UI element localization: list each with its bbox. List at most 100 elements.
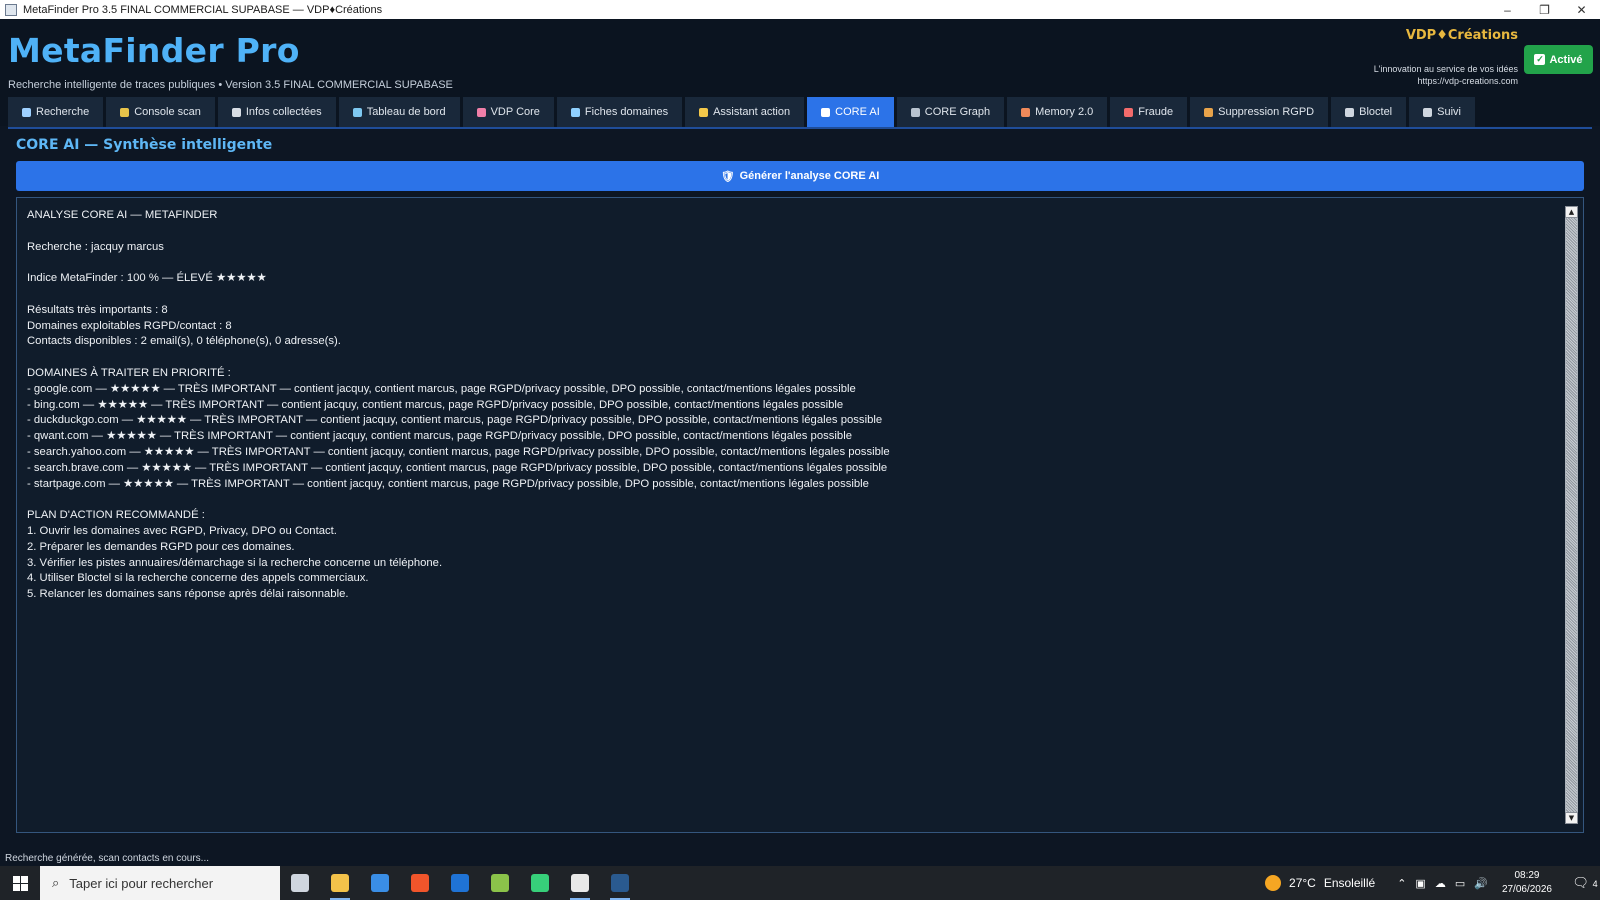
task-view-taskbar-button[interactable] — [280, 866, 320, 900]
tab-core-graph[interactable]: CORE Graph — [896, 97, 1005, 127]
metafinder-taskbar-button[interactable] — [600, 866, 640, 900]
tray-icons: ⌃ ▣ ☁ ▭ 🔊 — [1397, 877, 1488, 890]
tab-label: Suppression RGPD — [1218, 106, 1315, 118]
scroll-up-button[interactable]: ▲ — [1565, 206, 1578, 218]
notification-icon: 🗨 — [1572, 875, 1589, 890]
clipboard-icon — [1423, 107, 1433, 117]
weather-temperature: 27°C — [1289, 876, 1316, 890]
analysis-output-panel[interactable]: ANALYSE CORE AI — METAFINDER Recherche : … — [16, 197, 1584, 833]
taskbar-apps — [280, 866, 640, 900]
bulb-icon — [699, 107, 709, 117]
tab-core-ai[interactable]: CORE AI — [807, 97, 894, 127]
app-brand: MetaFinder Pro — [8, 31, 300, 70]
card-icon — [570, 107, 580, 117]
output-line: DOMAINES À TRAITER EN PRIORITÉ : — [27, 366, 231, 379]
generate-analysis-button[interactable]: 🛡 Générer l'analyse CORE AI — [16, 161, 1584, 191]
tab-assistant-action[interactable]: Assistant action — [685, 97, 805, 127]
network-icon[interactable]: ▭ — [1455, 877, 1465, 890]
bolt-taskbar-button[interactable] — [520, 866, 560, 900]
tab-label: Recherche — [36, 106, 90, 118]
tab-fiches-domaines[interactable]: Fiches domaines — [556, 97, 683, 127]
tab-memory-2-0[interactable]: Memory 2.0 — [1007, 97, 1108, 127]
close-button[interactable]: ✕ — [1563, 0, 1600, 19]
output-line: Résultats très importants : 8 — [27, 303, 168, 316]
notification-count: 4 — [1592, 879, 1598, 889]
generate-analysis-label: Générer l'analyse CORE AI — [739, 170, 880, 182]
tab-recherche[interactable]: Recherche — [8, 97, 104, 127]
window-titlebar: MetaFinder Pro 3.5 FINAL COMMERCIAL SUPA… — [0, 0, 1600, 19]
notification-center-button[interactable]: 🗨 4 — [1570, 875, 1600, 891]
app-green-taskbar-button[interactable] — [480, 866, 520, 900]
output-line: Indice MetaFinder : 100 % — ÉLEVÉ ★★★★★ — [27, 272, 267, 285]
chart-icon — [352, 107, 362, 117]
brave-taskbar-button[interactable] — [400, 866, 440, 900]
vertical-scrollbar[interactable]: ▲ ▼ — [1565, 206, 1578, 824]
memory-icon — [1021, 107, 1031, 117]
file-explorer-taskbar-button[interactable] — [320, 866, 360, 900]
meet-icon[interactable]: ▣ — [1415, 877, 1425, 890]
cloud-icon[interactable]: ☁ — [1435, 877, 1446, 890]
tab-label: Infos collectées — [245, 106, 322, 118]
output-line: 5. Relancer les domaines sans réponse ap… — [27, 588, 349, 601]
bolt-icon — [531, 874, 549, 892]
chevron-up-icon[interactable]: ⌃ — [1397, 877, 1406, 890]
tab-console-scan[interactable]: Console scan — [106, 97, 215, 127]
robot-icon: 🛡 — [720, 170, 735, 183]
activation-status-button[interactable]: ✓ Activé — [1524, 45, 1593, 74]
minimize-button[interactable]: – — [1489, 0, 1526, 19]
tab-label: Memory 2.0 — [1035, 106, 1094, 118]
output-line: 4. Utiliser Bloctel si la recherche conc… — [27, 572, 369, 585]
tab-vdp-core[interactable]: VDP Core — [462, 97, 554, 127]
scroll-down-button[interactable]: ▼ — [1565, 812, 1578, 824]
output-line: - startpage.com — ★★★★★ — TRÈS IMPORTANT… — [27, 477, 869, 490]
clock-date: 27/06/2026 — [1501, 884, 1552, 895]
tab-bloctel[interactable]: Bloctel — [1331, 97, 1407, 127]
weather-widget[interactable]: 27°C Ensoleillé — [1265, 875, 1375, 891]
taskbar-search[interactable]: ⌕ Taper ici pour rechercher — [40, 866, 280, 900]
robot-icon — [821, 107, 831, 117]
tab-label: Tableau de bord — [366, 106, 446, 118]
main-tabs: Recherche Console scan Infos collectées Tab… — [8, 97, 1475, 127]
store-taskbar-button[interactable] — [360, 866, 400, 900]
tab-fraude[interactable]: Fraude — [1110, 97, 1188, 127]
graph-icon — [910, 107, 920, 117]
system-clock[interactable]: 08:29 27/06/2026 — [1502, 869, 1552, 897]
tab-tableau-de-bord[interactable]: Tableau de bord — [338, 97, 460, 127]
app-green-icon — [491, 874, 509, 892]
output-line: - search.brave.com — ★★★★★ — TRÈS IMPORT… — [27, 461, 888, 474]
output-line: Contacts disponibles : 2 email(s), 0 tél… — [27, 335, 341, 348]
start-button[interactable] — [0, 866, 40, 900]
output-line: Recherche : jacquy marcus — [27, 240, 164, 253]
output-line: - google.com — ★★★★★ — TRÈS IMPORTANT — … — [27, 382, 856, 395]
company-tagline: L'innovation au service de vos idées — [1373, 64, 1518, 74]
system-tray: 27°C Ensoleillé ⌃ ▣ ☁ ▭ 🔊 08:29 27/06/20… — [1265, 866, 1600, 900]
output-line: - search.yahoo.com — ★★★★★ — TRÈS IMPORT… — [27, 445, 890, 458]
weather-condition: Ensoleillé — [1323, 876, 1376, 890]
chatgpt-icon — [571, 874, 589, 892]
analysis-output-text[interactable]: ANALYSE CORE AI — METAFINDER Recherche : … — [27, 208, 1557, 823]
section-title: CORE AI — Synthèse intelligente — [16, 137, 273, 153]
tab-suppression-rgpd[interactable]: Suppression RGPD — [1190, 97, 1329, 127]
brain-icon — [476, 107, 486, 117]
search-icon — [22, 107, 31, 117]
tab-infos-collect-es[interactable]: Infos collectées — [217, 97, 336, 127]
check-icon: ✓ — [1534, 54, 1546, 65]
outlook-taskbar-button[interactable] — [440, 866, 480, 900]
tab-suivi[interactable]: Suivi — [1409, 97, 1475, 127]
chatgpt-taskbar-button[interactable] — [560, 866, 600, 900]
output-line: - qwant.com — ★★★★★ — TRÈS IMPORTANT — c… — [27, 430, 853, 443]
app-icon — [5, 3, 17, 16]
output-line: 1. Ouvrir les domaines avec RGPD, Privac… — [27, 524, 337, 537]
output-line: - bing.com — ★★★★★ — TRÈS IMPORTANT — co… — [27, 398, 844, 411]
company-url[interactable]: https://vdp-creations.com — [1417, 76, 1518, 86]
maximize-button[interactable]: ❐ — [1526, 0, 1563, 19]
tab-label: VDP Core — [490, 106, 540, 118]
file-explorer-icon — [331, 874, 349, 892]
windows-logo-icon — [12, 875, 28, 891]
tab-divider — [8, 127, 1592, 129]
output-line: 2. Préparer les demandes RGPD pour ces d… — [27, 540, 295, 553]
volume-icon[interactable]: 🔊 — [1474, 877, 1488, 890]
store-icon — [371, 874, 389, 892]
